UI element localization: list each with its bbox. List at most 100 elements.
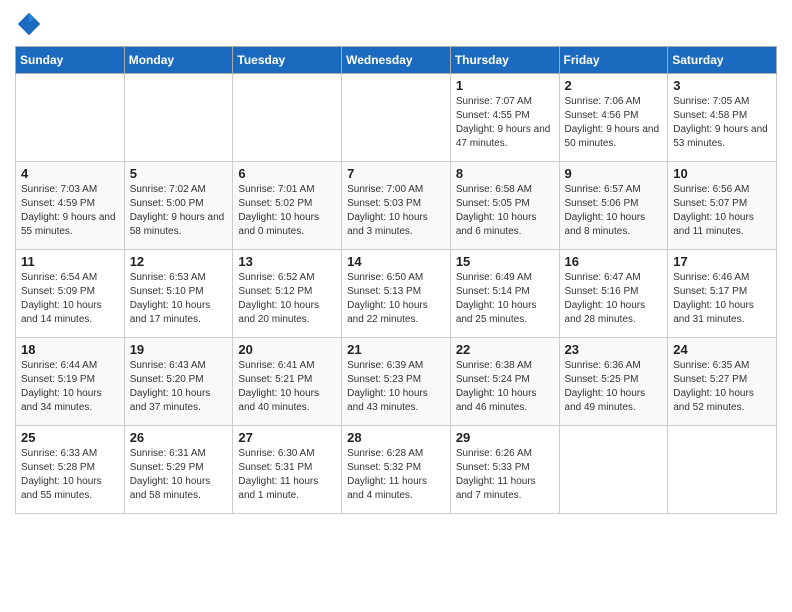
weekday-header-wednesday: Wednesday [342,47,451,74]
calendar-cell: 14 Sunrise: 6:50 AM Sunset: 5:13 PM Dayli… [342,250,451,338]
day-number: 18 [21,342,119,357]
day-number: 24 [673,342,771,357]
calendar-cell: 27 Sunrise: 6:30 AM Sunset: 5:31 PM Dayli… [233,426,342,514]
calendar-cell: 6Sunrise: 7:01 AM Sunset: 5:02 PM Daylig… [233,162,342,250]
weekday-header-sunday: Sunday [16,47,125,74]
day-info: Sunrise: 6:54 AM Sunset: 5:09 PM Dayligh… [21,271,119,327]
calendar-cell [559,426,668,514]
calendar-cell: 5Sunrise: 7:02 AM Sunset: 5:00 PM Daylig… [124,162,233,250]
header [15,10,777,38]
day-number: 3 [673,78,771,93]
calendar-cell [124,74,233,162]
calendar-cell: 22Sunrise: 6:38 AM Sunset: 5:24 PM Dayli… [450,338,559,426]
calendar-cell [233,74,342,162]
calendar-cell: 17 Sunrise: 6:46 AM Sunset: 5:17 PM Dayli… [668,250,777,338]
weekday-header-friday: Friday [559,47,668,74]
day-info: Sunrise: 6:50 AM Sunset: 5:13 PM Dayligh… [347,271,445,327]
day-info: Sunrise: 6:30 AM Sunset: 5:31 PM Dayligh… [238,447,336,503]
day-info: Sunrise: 7:02 AM Sunset: 5:00 PM Dayligh… [130,183,228,239]
calendar-table: SundayMondayTuesdayWednesdayThursdayFrid… [15,46,777,514]
calendar-cell: 24 Sunrise: 6:35 AM Sunset: 5:27 PM Dayli… [668,338,777,426]
week-row-4: 18 Sunrise: 6:44 AM Sunset: 5:19 PM Dayli… [16,338,777,426]
day-number: 10 [673,166,771,181]
day-info: Sunrise: 6:52 AM Sunset: 5:12 PM Dayligh… [238,271,336,327]
day-number: 16 [565,254,663,269]
calendar-cell: 9 Sunrise: 6:57 AM Sunset: 5:06 PM Daylig… [559,162,668,250]
day-number: 7 [347,166,445,181]
day-info: Sunrise: 6:35 AM Sunset: 5:27 PM Dayligh… [673,359,771,415]
day-info: Sunrise: 6:36 AM Sunset: 5:25 PM Dayligh… [565,359,663,415]
day-info: Sunrise: 6:41 AM Sunset: 5:21 PM Dayligh… [238,359,336,415]
day-info: Sunrise: 7:03 AM Sunset: 4:59 PM Dayligh… [21,183,119,239]
calendar-cell: 3 Sunrise: 7:05 AM Sunset: 4:58 PM Daylig… [668,74,777,162]
calendar-cell: 23 Sunrise: 6:36 AM Sunset: 5:25 PM Dayli… [559,338,668,426]
day-info: Sunrise: 7:01 AM Sunset: 5:02 PM Dayligh… [238,183,336,239]
day-number: 29 [456,430,554,445]
weekday-header-thursday: Thursday [450,47,559,74]
day-info: Sunrise: 7:05 AM Sunset: 4:58 PM Dayligh… [673,95,771,151]
day-number: 12 [130,254,228,269]
day-info: Sunrise: 7:00 AM Sunset: 5:03 PM Dayligh… [347,183,445,239]
day-number: 2 [565,78,663,93]
calendar-cell: 7 Sunrise: 7:00 AM Sunset: 5:03 PM Daylig… [342,162,451,250]
day-number: 4 [21,166,119,181]
day-info: Sunrise: 7:06 AM Sunset: 4:56 PM Dayligh… [565,95,663,151]
day-number: 27 [238,430,336,445]
calendar-cell: 29 Sunrise: 6:26 AM Sunset: 5:33 PM Dayli… [450,426,559,514]
calendar-cell: 12 Sunrise: 6:53 AM Sunset: 5:10 PM Dayli… [124,250,233,338]
logo [15,10,47,38]
calendar-cell: 13 Sunrise: 6:52 AM Sunset: 5:12 PM Dayli… [233,250,342,338]
day-number: 23 [565,342,663,357]
day-info: Sunrise: 6:56 AM Sunset: 5:07 PM Dayligh… [673,183,771,239]
calendar-cell [342,74,451,162]
day-number: 9 [565,166,663,181]
day-number: 14 [347,254,445,269]
day-number: 13 [238,254,336,269]
calendar-cell [668,426,777,514]
calendar-cell: 26Sunrise: 6:31 AM Sunset: 5:29 PM Dayli… [124,426,233,514]
calendar-cell: 10 Sunrise: 6:56 AM Sunset: 5:07 PM Dayli… [668,162,777,250]
calendar-cell: 28 Sunrise: 6:28 AM Sunset: 5:32 PM Dayli… [342,426,451,514]
day-number: 20 [238,342,336,357]
day-number: 17 [673,254,771,269]
calendar-cell: 4 Sunrise: 7:03 AM Sunset: 4:59 PM Daylig… [16,162,125,250]
week-row-2: 4 Sunrise: 7:03 AM Sunset: 4:59 PM Daylig… [16,162,777,250]
week-row-1: 1 Sunrise: 7:07 AM Sunset: 4:55 PM Daylig… [16,74,777,162]
day-info: Sunrise: 6:39 AM Sunset: 5:23 PM Dayligh… [347,359,445,415]
week-row-3: 11 Sunrise: 6:54 AM Sunset: 5:09 PM Dayli… [16,250,777,338]
day-info: Sunrise: 6:43 AM Sunset: 5:20 PM Dayligh… [130,359,228,415]
day-number: 15 [456,254,554,269]
logo-icon [15,10,43,38]
day-info: Sunrise: 6:57 AM Sunset: 5:06 PM Dayligh… [565,183,663,239]
weekday-header-tuesday: Tuesday [233,47,342,74]
day-number: 8 [456,166,554,181]
day-info: Sunrise: 6:33 AM Sunset: 5:28 PM Dayligh… [21,447,119,503]
day-info: Sunrise: 6:53 AM Sunset: 5:10 PM Dayligh… [130,271,228,327]
calendar-cell: 1 Sunrise: 7:07 AM Sunset: 4:55 PM Daylig… [450,74,559,162]
calendar-cell: 21 Sunrise: 6:39 AM Sunset: 5:23 PM Dayli… [342,338,451,426]
day-info: Sunrise: 6:58 AM Sunset: 5:05 PM Dayligh… [456,183,554,239]
calendar-cell: 18 Sunrise: 6:44 AM Sunset: 5:19 PM Dayli… [16,338,125,426]
day-number: 26 [130,430,228,445]
day-info: Sunrise: 6:49 AM Sunset: 5:14 PM Dayligh… [456,271,554,327]
day-number: 1 [456,78,554,93]
calendar-cell [16,74,125,162]
weekday-header-row: SundayMondayTuesdayWednesdayThursdayFrid… [16,47,777,74]
day-number: 28 [347,430,445,445]
day-number: 22 [456,342,554,357]
day-number: 25 [21,430,119,445]
weekday-header-saturday: Saturday [668,47,777,74]
day-info: Sunrise: 7:07 AM Sunset: 4:55 PM Dayligh… [456,95,554,151]
day-number: 11 [21,254,119,269]
day-info: Sunrise: 6:28 AM Sunset: 5:32 PM Dayligh… [347,447,445,503]
calendar-cell: 25 Sunrise: 6:33 AM Sunset: 5:28 PM Dayli… [16,426,125,514]
calendar-cell: 2 Sunrise: 7:06 AM Sunset: 4:56 PM Daylig… [559,74,668,162]
weekday-header-monday: Monday [124,47,233,74]
day-info: Sunrise: 6:46 AM Sunset: 5:17 PM Dayligh… [673,271,771,327]
calendar-cell: 15 Sunrise: 6:49 AM Sunset: 5:14 PM Dayli… [450,250,559,338]
day-info: Sunrise: 6:26 AM Sunset: 5:33 PM Dayligh… [456,447,554,503]
day-number: 21 [347,342,445,357]
calendar-cell: 16Sunrise: 6:47 AM Sunset: 5:16 PM Dayli… [559,250,668,338]
week-row-5: 25 Sunrise: 6:33 AM Sunset: 5:28 PM Dayli… [16,426,777,514]
day-info: Sunrise: 6:44 AM Sunset: 5:19 PM Dayligh… [21,359,119,415]
